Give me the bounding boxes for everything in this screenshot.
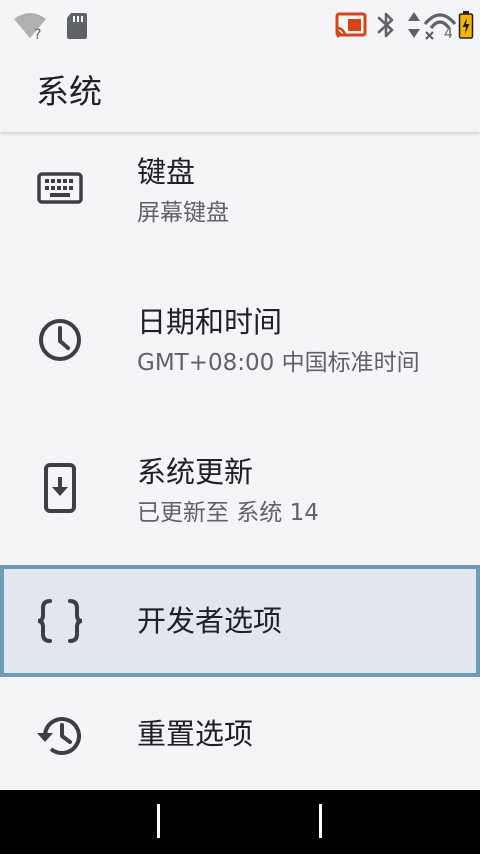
- settings-item-title: 开发者选项: [137, 604, 283, 638]
- app-bar: 系统: [0, 52, 480, 132]
- nav-home-button[interactable]: [319, 804, 322, 838]
- data-activity-icon: [408, 12, 420, 38]
- system-update-icon: [44, 463, 76, 513]
- clock-icon: [39, 319, 81, 361]
- settings-item-reset-options[interactable]: 重置选项: [0, 677, 480, 790]
- sd-card-icon: [67, 13, 87, 39]
- wifi-status-glyph: ?: [34, 27, 41, 40]
- settings-item-title: 重置选项: [137, 717, 254, 751]
- navigation-bar: [0, 790, 480, 854]
- settings-item-summary: 屏幕键盘: [137, 200, 229, 226]
- settings-item-title: 键盘: [137, 155, 196, 189]
- keyboard-icon: [37, 172, 83, 204]
- curly-braces-icon: [37, 599, 83, 643]
- settings-list[interactable]: 键盘 屏幕键盘 日期和时间 GMT+08:00 中国标准时间 系统更新 已更新至…: [0, 132, 480, 790]
- wifi-unknown-icon: ?: [14, 13, 46, 40]
- settings-item-date-time[interactable]: 日期和时间 GMT+08:00 中国标准时间: [0, 282, 480, 396]
- settings-item-title: 日期和时间: [137, 305, 283, 339]
- page-title: 系统: [36, 72, 102, 111]
- settings-screen: ? 4 系统 键盘 屏幕键盘 日期和时间 GMT+08:00 中国标准时间 系统…: [0, 0, 480, 854]
- nav-back-button[interactable]: [157, 804, 160, 838]
- battery-level-text: 4: [444, 26, 453, 40]
- settings-item-summary: GMT+08:00 中国标准时间: [137, 350, 420, 376]
- status-bar: ? 4: [0, 0, 480, 52]
- mobile-signal-icon: 4: [423, 13, 457, 40]
- settings-item-title: 系统更新: [137, 455, 254, 489]
- settings-item-summary: 已更新至 系统 14: [137, 500, 319, 526]
- settings-item-system-update[interactable]: 系统更新 已更新至 系统 14: [0, 432, 480, 546]
- history-icon: [37, 717, 81, 755]
- cast-icon: [335, 12, 367, 38]
- settings-item-keyboard[interactable]: 键盘 屏幕键盘: [0, 132, 480, 246]
- bluetooth-icon: [377, 12, 394, 38]
- battery-charging-icon: [458, 11, 474, 39]
- settings-item-developer-options[interactable]: 开发者选项: [0, 565, 480, 677]
